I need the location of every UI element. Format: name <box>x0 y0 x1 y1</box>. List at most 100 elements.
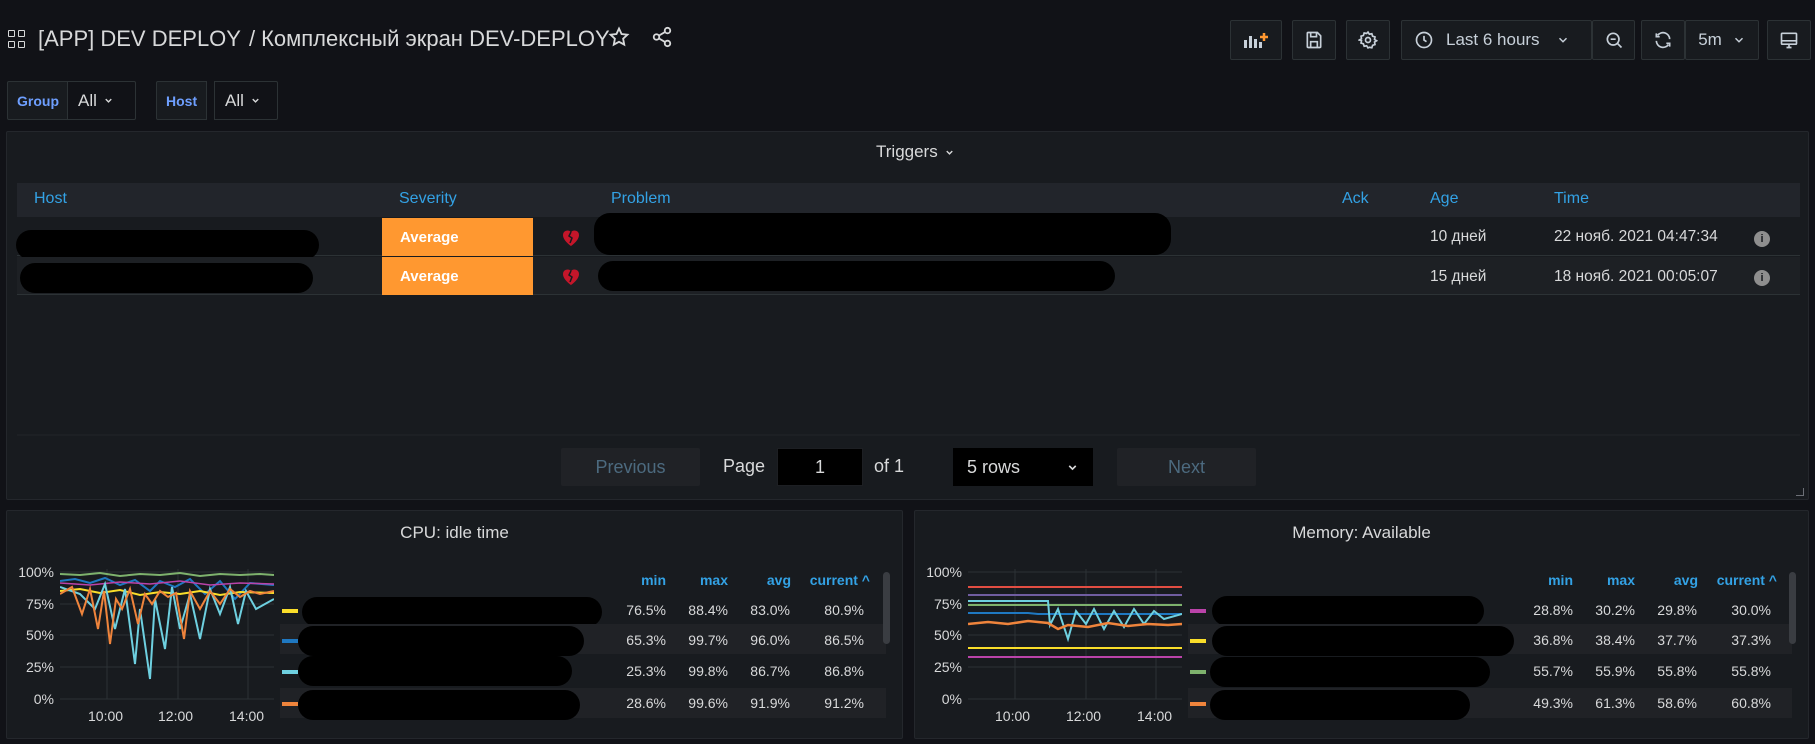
legend-header-max[interactable]: max <box>672 572 728 588</box>
previous-page-button[interactable]: Previous <box>561 448 700 486</box>
gear-icon <box>1358 30 1378 50</box>
x-tick: 12:00 <box>158 708 194 724</box>
share-icon[interactable] <box>649 26 675 52</box>
legend-scrollbar[interactable] <box>883 572 890 644</box>
folder-title[interactable]: [APP] DEV DEPLOY <box>38 26 241 51</box>
dashboard-settings-button[interactable] <box>1346 20 1390 60</box>
legend-max: 99.6% <box>688 695 728 711</box>
y-tick: 75% <box>25 596 54 612</box>
table-footer-divider <box>17 434 1800 436</box>
column-header-severity[interactable]: Severity <box>399 190 457 208</box>
series-swatch <box>282 639 298 643</box>
legend-header-min[interactable]: min <box>1517 572 1573 588</box>
series-swatch <box>282 670 298 674</box>
legend-row[interactable]: 55.7% 55.9% 55.8% 55.8% <box>1188 656 1792 687</box>
add-panel-icon <box>1244 33 1268 48</box>
series-name <box>302 597 602 627</box>
add-panel-button[interactable] <box>1230 20 1282 60</box>
legend-row[interactable]: 65.3% 99.7% 96.0% 86.5% <box>280 624 886 656</box>
x-tick: 12:00 <box>1066 708 1102 724</box>
refresh-interval-picker[interactable]: 5m <box>1685 20 1759 60</box>
legend-row[interactable]: 36.8% 38.4% 37.7% 37.3% <box>1188 624 1792 656</box>
series-name <box>1212 626 1514 656</box>
chevron-down-icon <box>252 98 259 103</box>
age-cell: 10 дней <box>1430 228 1487 245</box>
zoom-out-icon <box>1606 32 1622 49</box>
y-tick: 50% <box>25 627 54 643</box>
rows-per-page-value: 5 rows <box>967 456 1021 477</box>
chevron-down-icon <box>1558 37 1567 43</box>
time-range-picker[interactable]: Last 6 hours <box>1401 20 1592 60</box>
legend-max: 30.2% <box>1595 602 1635 618</box>
legend-header-current[interactable]: current ^ <box>790 572 870 588</box>
variable-select-group[interactable]: All <box>67 81 136 120</box>
series-swatch <box>1190 702 1206 706</box>
legend-avg: 37.7% <box>1657 632 1697 648</box>
legend-row[interactable]: 28.6% 99.6% 91.9% 91.2% <box>280 688 886 720</box>
y-tick: 25% <box>25 659 54 675</box>
heart-broken-icon <box>559 264 583 291</box>
legend-avg: 91.9% <box>750 695 790 711</box>
column-header-problem[interactable]: Problem <box>611 190 671 208</box>
memory-graph[interactable] <box>968 569 1182 702</box>
legend-max: 88.4% <box>688 602 728 618</box>
info-icon[interactable]: i <box>1754 231 1770 247</box>
clock-icon <box>1415 31 1433 49</box>
next-page-button[interactable]: Next <box>1117 448 1256 486</box>
title-separator: / <box>248 26 256 51</box>
triggers-panel-header[interactable]: Triggers <box>876 142 955 162</box>
variable-value-host: All <box>225 90 244 110</box>
page-count-label: of 1 <box>874 456 905 476</box>
series-swatch <box>1190 670 1206 674</box>
series-swatch <box>1190 609 1206 613</box>
legend-header-min[interactable]: min <box>610 572 666 588</box>
zoom-out-button[interactable] <box>1592 20 1635 60</box>
y-tick: 0% <box>33 691 54 707</box>
tv-mode-button[interactable] <box>1767 20 1811 60</box>
legend-header-avg[interactable]: avg <box>735 572 791 588</box>
cpu-graph[interactable] <box>60 569 274 702</box>
legend-avg: 58.6% <box>1657 695 1697 711</box>
legend-header-avg[interactable]: avg <box>1642 572 1698 588</box>
legend-header-max[interactable]: max <box>1579 572 1635 588</box>
legend-current: 91.2% <box>824 695 864 711</box>
legend-row[interactable]: 76.5% 88.4% 83.0% 80.9% <box>280 594 886 627</box>
apps-grid-icon[interactable] <box>8 30 26 48</box>
star-icon[interactable] <box>606 26 632 52</box>
legend-row[interactable]: 49.3% 61.3% 58.6% 60.8% <box>1188 688 1792 720</box>
column-header-host[interactable]: Host <box>34 190 67 208</box>
y-tick: 0% <box>941 691 962 707</box>
column-header-age[interactable]: Age <box>1430 190 1458 208</box>
resize-handle[interactable] <box>1796 488 1804 496</box>
column-header-ack[interactable]: Ack <box>1342 190 1369 208</box>
variable-label-group: Group <box>7 81 69 120</box>
legend-min: 55.7% <box>1533 663 1573 679</box>
page-number-input[interactable]: 1 <box>777 448 863 486</box>
legend-header-current[interactable]: current ^ <box>1697 572 1777 588</box>
column-header-time[interactable]: Time <box>1554 190 1589 208</box>
y-tick: 25% <box>933 659 962 675</box>
dashboard-name[interactable]: Комплексный экран DEV-DEPLOY <box>261 26 610 51</box>
legend-current: 86.8% <box>824 663 864 679</box>
legend-min: 25.3% <box>626 663 666 679</box>
series-name <box>298 626 584 656</box>
legend-current: 37.3% <box>1731 632 1771 648</box>
rows-per-page-select[interactable]: 5 rows <box>953 448 1093 486</box>
legend-min: 65.3% <box>626 632 666 648</box>
cpu-panel-title[interactable]: CPU: idle time <box>6 523 903 543</box>
legend-row[interactable]: 28.8% 30.2% 29.8% 30.0% <box>1188 594 1792 626</box>
save-dashboard-button[interactable] <box>1292 20 1336 60</box>
variable-select-host[interactable]: All <box>214 81 278 120</box>
problem-cell <box>594 213 1171 255</box>
refresh-button[interactable] <box>1641 20 1685 60</box>
legend-scrollbar[interactable] <box>1789 572 1796 644</box>
info-icon[interactable]: i <box>1754 270 1770 286</box>
legend-current: 55.8% <box>1731 663 1771 679</box>
series-name <box>1210 690 1470 720</box>
dashboard-title[interactable]: [APP] DEV DEPLOY / Комплексный экран DEV-D… <box>38 26 610 52</box>
legend-avg: 96.0% <box>750 632 790 648</box>
legend-row[interactable]: 25.3% 99.8% 86.7% 86.8% <box>280 656 886 686</box>
x-tick: 10:00 <box>88 708 124 724</box>
memory-panel-title[interactable]: Memory: Available <box>914 523 1809 543</box>
series-name <box>298 656 572 686</box>
